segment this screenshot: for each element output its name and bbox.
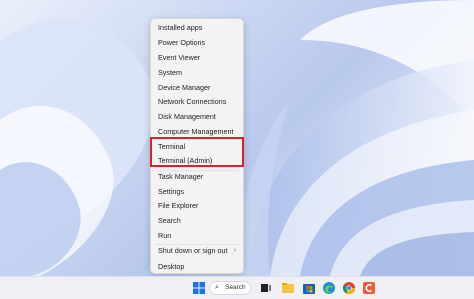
microsoft-store-icon[interactable]: [302, 281, 316, 295]
menu-item-label: Shut down or sign out: [158, 246, 228, 255]
menu-item-desktop[interactable]: Desktop: [151, 259, 243, 274]
menu-item-terminal-admin[interactable]: Terminal (Admin): [151, 153, 243, 168]
menu-item-run[interactable]: Run: [151, 228, 243, 243]
menu-item-disk-management[interactable]: Disk Management: [151, 109, 243, 124]
menu-item-computer-management[interactable]: Computer Management: [151, 124, 243, 139]
search-icon: ⌕: [215, 284, 219, 291]
edge-icon[interactable]: [322, 281, 336, 295]
menu-item-system[interactable]: System: [151, 65, 243, 80]
taskbar: ⌕ Search: [0, 276, 474, 299]
windows-start-icon[interactable]: [192, 281, 206, 295]
menu-item-network-connections[interactable]: Network Connections: [151, 94, 243, 109]
search-label: Search: [225, 284, 246, 291]
menu-item-search[interactable]: Search: [151, 213, 243, 228]
menu-item-settings[interactable]: Settings: [151, 184, 243, 199]
menu-item-device-manager[interactable]: Device Manager: [151, 80, 243, 95]
app-icon[interactable]: [362, 281, 376, 295]
quick-link-menu: Installed apps Power Options Event Viewe…: [150, 18, 244, 274]
menu-item-power-options[interactable]: Power Options: [151, 35, 243, 50]
menu-item-installed-apps[interactable]: Installed apps: [151, 20, 243, 35]
chrome-icon[interactable]: [342, 281, 356, 295]
menu-item-event-viewer[interactable]: Event Viewer: [151, 50, 243, 65]
menu-item-shut-down-or-sign-out[interactable]: Shut down or sign out ›: [151, 243, 243, 258]
file-explorer-icon[interactable]: [281, 281, 295, 295]
chevron-right-icon: ›: [233, 247, 236, 254]
menu-item-task-manager[interactable]: Task Manager: [151, 169, 243, 184]
taskbar-search[interactable]: ⌕ Search: [209, 281, 251, 295]
task-view-icon[interactable]: [259, 281, 273, 295]
menu-item-file-explorer[interactable]: File Explorer: [151, 198, 243, 213]
menu-item-terminal[interactable]: Terminal: [151, 139, 243, 154]
